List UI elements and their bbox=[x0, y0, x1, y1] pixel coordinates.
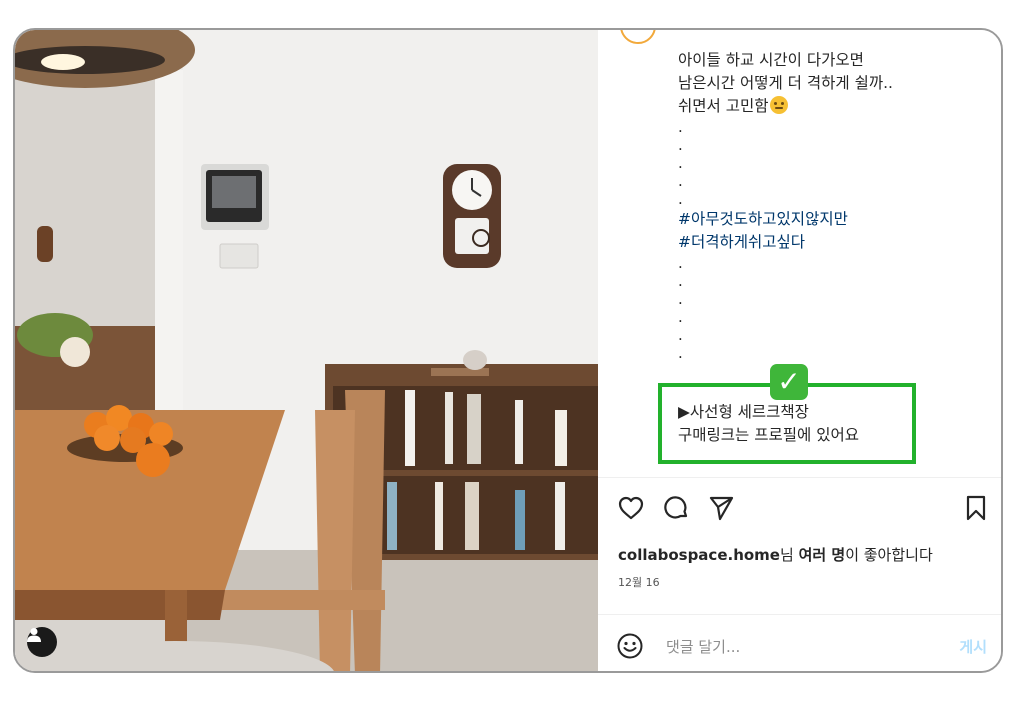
post-frame: 아이들 하교 시간이 다가오면 남은시간 어떻게 더 격하게 쉴까.. 쉬면서 … bbox=[13, 28, 1003, 673]
author-avatar[interactable] bbox=[620, 30, 656, 44]
caption-dot: . bbox=[678, 136, 683, 154]
caption-line: 남은시간 어떻게 더 격하게 쉴까.. bbox=[678, 74, 893, 92]
paper-plane-icon bbox=[709, 496, 734, 521]
interior-photo bbox=[15, 30, 598, 671]
comment-input[interactable] bbox=[664, 631, 918, 663]
likes-text: 님 bbox=[779, 546, 799, 564]
like-button[interactable] bbox=[616, 493, 646, 523]
caption-text: 아이들 하교 시간이 다가오면 남은시간 어떻게 더 격하게 쉴까.. 쉬면서 … bbox=[678, 49, 988, 362]
caption-dot: . bbox=[678, 290, 683, 308]
user-tag-icon bbox=[27, 628, 41, 642]
caption-dot: . bbox=[678, 344, 683, 362]
hashtag-link[interactable]: #더격하게쉬고싶다 bbox=[678, 231, 988, 254]
caption-area: 아이들 하교 시간이 다가오면 남은시간 어떻게 더 격하게 쉴까.. 쉬면서 … bbox=[598, 30, 1001, 475]
post-comment-button[interactable]: 게시 bbox=[959, 636, 987, 657]
caption-dot: . bbox=[678, 326, 683, 344]
caption-line: 쉬면서 고민함 bbox=[678, 95, 988, 118]
comment-bar: 게시 bbox=[598, 615, 1001, 671]
promo-line: 구매링크는 프로필에 있어요 bbox=[678, 426, 859, 444]
caption-dot: . bbox=[678, 172, 683, 190]
hashtag-link[interactable]: #아무것도하고있지않지만 bbox=[678, 208, 988, 231]
caption-dot: . bbox=[678, 118, 683, 136]
caption-dot: . bbox=[678, 308, 683, 326]
likes-count-link[interactable]: 여러 명 bbox=[799, 546, 846, 564]
promo-line: ▶사선형 세르크책장 bbox=[678, 403, 809, 421]
share-button[interactable] bbox=[706, 493, 736, 523]
post-date: 12월 16 bbox=[618, 576, 660, 589]
heart-icon bbox=[618, 496, 644, 520]
likes-summary: collabospace.home님 여러 명이 좋아합니다 bbox=[618, 544, 933, 565]
user-tag-button[interactable] bbox=[27, 627, 57, 657]
thinking-emoji-icon bbox=[769, 96, 788, 114]
likes-text: 이 좋아합니다 bbox=[845, 546, 933, 564]
save-button[interactable] bbox=[961, 493, 991, 523]
post-sidebar: 아이들 하교 시간이 다가오면 남은시간 어떻게 더 격하게 쉴까.. 쉬면서 … bbox=[598, 30, 1001, 671]
caption-dot: . bbox=[678, 254, 683, 272]
caption-dot: . bbox=[678, 272, 683, 290]
post-photo[interactable] bbox=[15, 30, 598, 671]
smiley-icon bbox=[617, 633, 643, 659]
action-bar bbox=[598, 485, 1001, 535]
promo-text: ▶사선형 세르크책장 구매링크는 프로필에 있어요 bbox=[678, 401, 859, 447]
bookmark-icon bbox=[966, 495, 986, 521]
comment-button[interactable] bbox=[661, 493, 691, 523]
comment-icon bbox=[664, 496, 688, 519]
liker-username[interactable]: collabospace.home bbox=[618, 546, 780, 564]
caption-line: 아이들 하교 시간이 다가오면 bbox=[678, 51, 864, 69]
check-mark-icon: ✓ bbox=[770, 364, 808, 400]
emoji-button[interactable] bbox=[616, 632, 644, 660]
caption-dot: . bbox=[678, 154, 683, 172]
divider bbox=[598, 477, 1001, 478]
caption-dot: . bbox=[678, 190, 683, 208]
